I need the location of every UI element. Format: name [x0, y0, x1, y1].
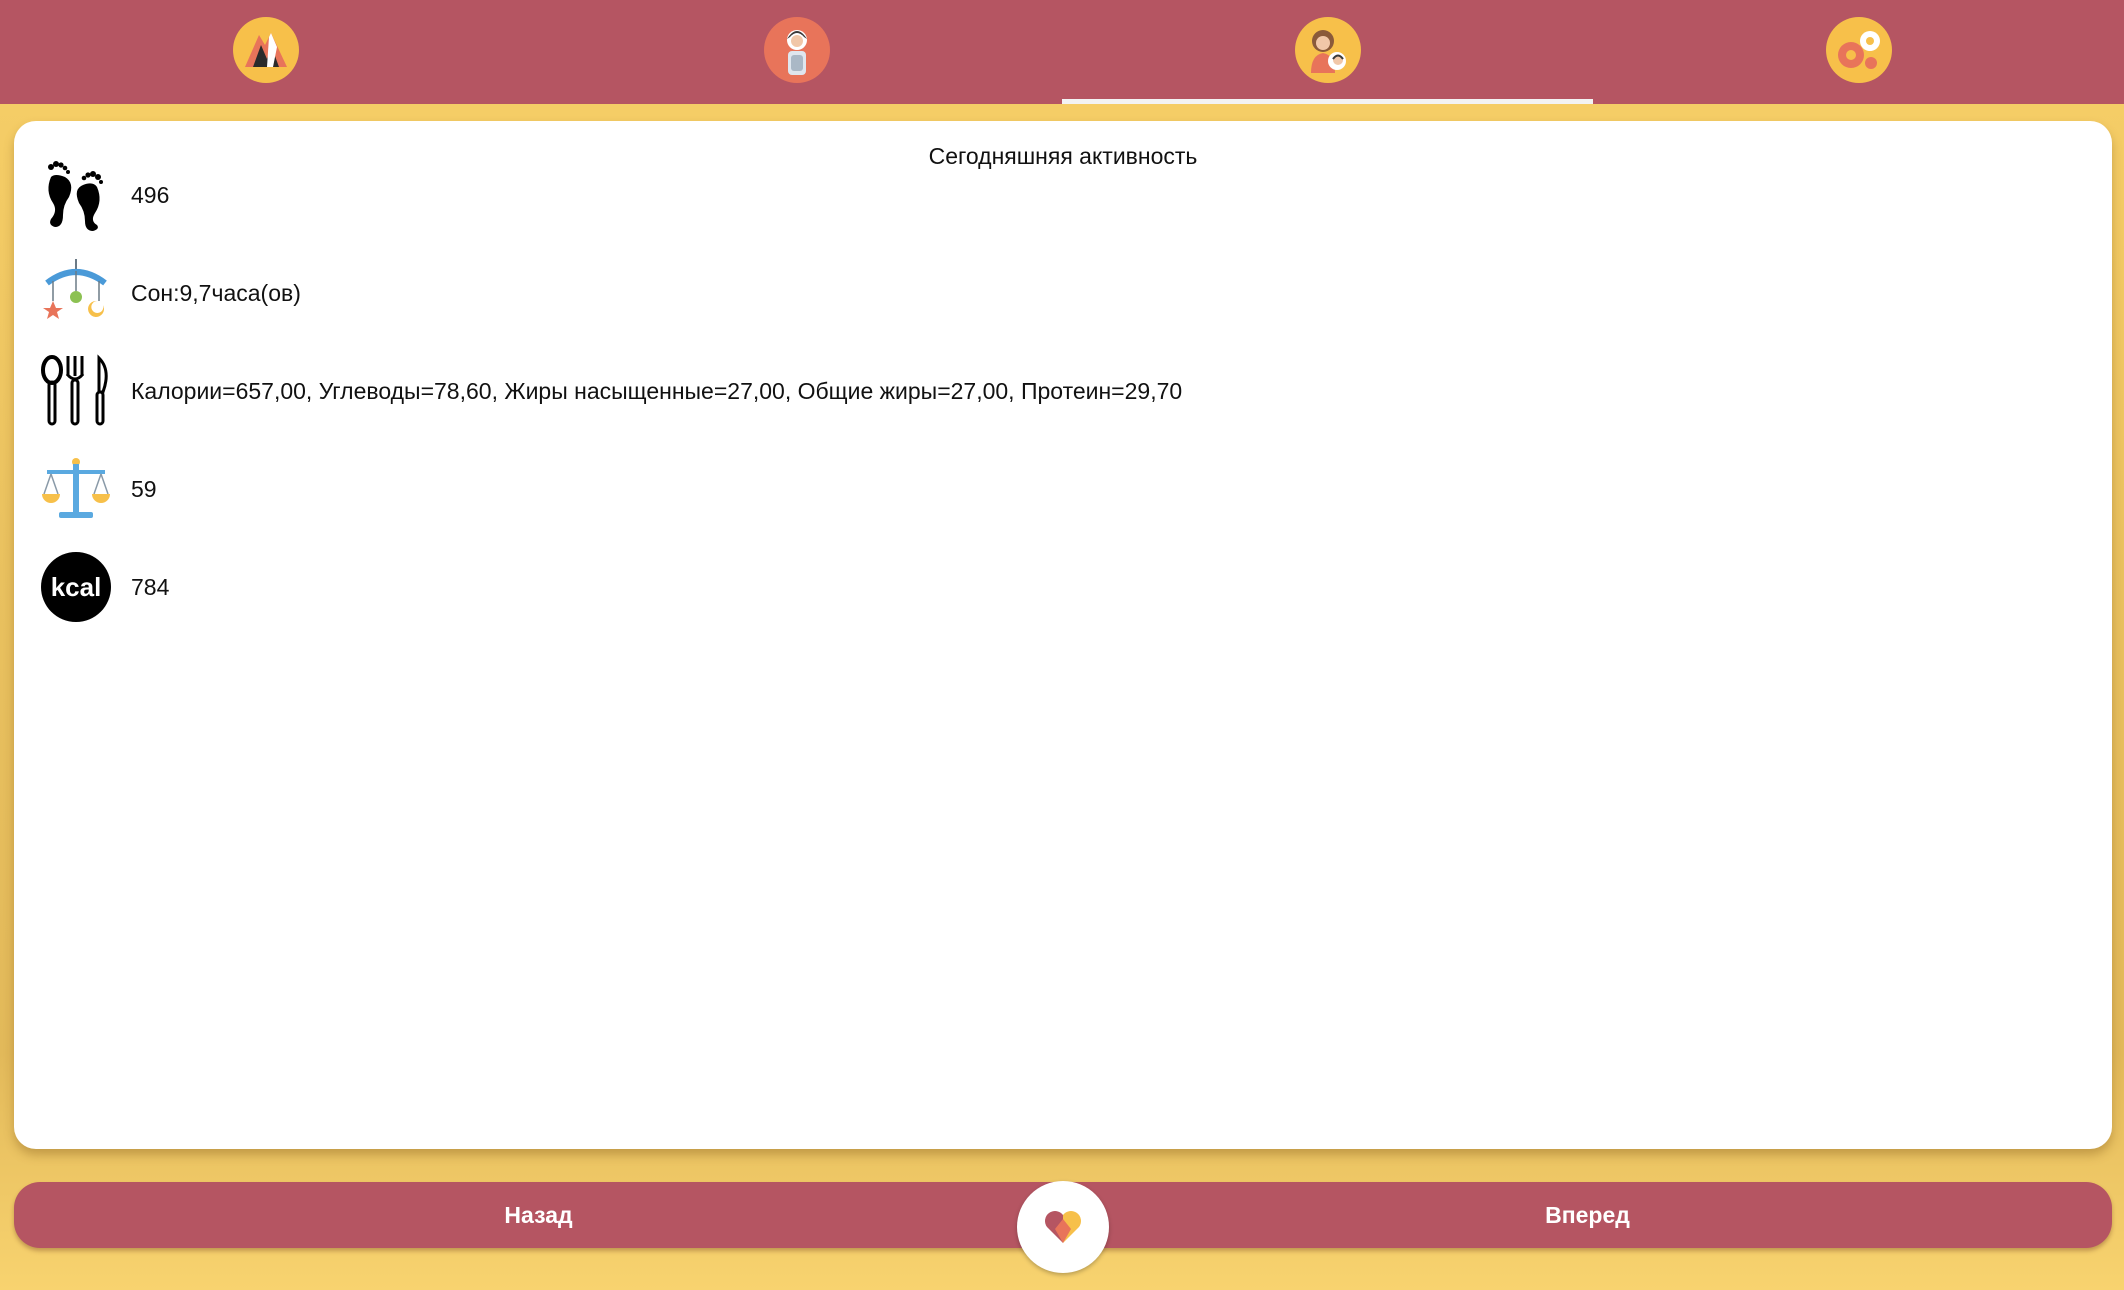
kcal-icon: kcal — [34, 545, 118, 629]
cutlery-icon — [34, 349, 118, 433]
nutrition-row: Калории=657,00, Углеводы=78,60, Жиры нас… — [34, 349, 1182, 433]
forward-button[interactable]: Вперед — [1063, 1182, 2112, 1248]
mother-baby-icon — [1294, 17, 1361, 83]
baby-mobile-icon — [34, 251, 118, 335]
back-button[interactable]: Назад — [14, 1182, 1063, 1248]
kcal-row: kcal 784 — [34, 545, 169, 629]
nutrition-value: Калории=657,00, Углеводы=78,60, Жиры нас… — [131, 377, 1183, 404]
mountain-icon — [232, 17, 299, 83]
tab-settings[interactable] — [1593, 0, 2124, 104]
health-fab-button[interactable] — [1017, 1181, 1109, 1273]
tab-home[interactable] — [0, 0, 531, 104]
sleep-row: Сон:9,7часа(ов) — [34, 251, 301, 335]
svg-text:kcal: kcal — [51, 572, 102, 602]
weight-row: 59 — [34, 447, 157, 531]
gears-icon — [1825, 17, 1892, 83]
sleep-value: Сон:9,7часа(ов) — [131, 279, 301, 306]
tab-pregnancy[interactable] — [531, 0, 1062, 104]
footprints-icon — [34, 153, 118, 237]
heart-icon — [1045, 1211, 1081, 1243]
activity-card: Сегодняшняя активность 496 Сон:9,7часа(о… — [14, 121, 2112, 1149]
card-title: Сегодняшняя активность — [928, 143, 1198, 169]
steps-row: 496 — [34, 153, 169, 237]
kcal-value: 784 — [131, 573, 170, 600]
scales-icon — [34, 447, 118, 531]
steps-value: 496 — [131, 181, 170, 208]
pregnant-woman-icon — [763, 17, 830, 83]
top-tab-bar — [0, 0, 2124, 104]
weight-value: 59 — [131, 475, 157, 502]
tab-mother-baby[interactable] — [1062, 0, 1593, 104]
